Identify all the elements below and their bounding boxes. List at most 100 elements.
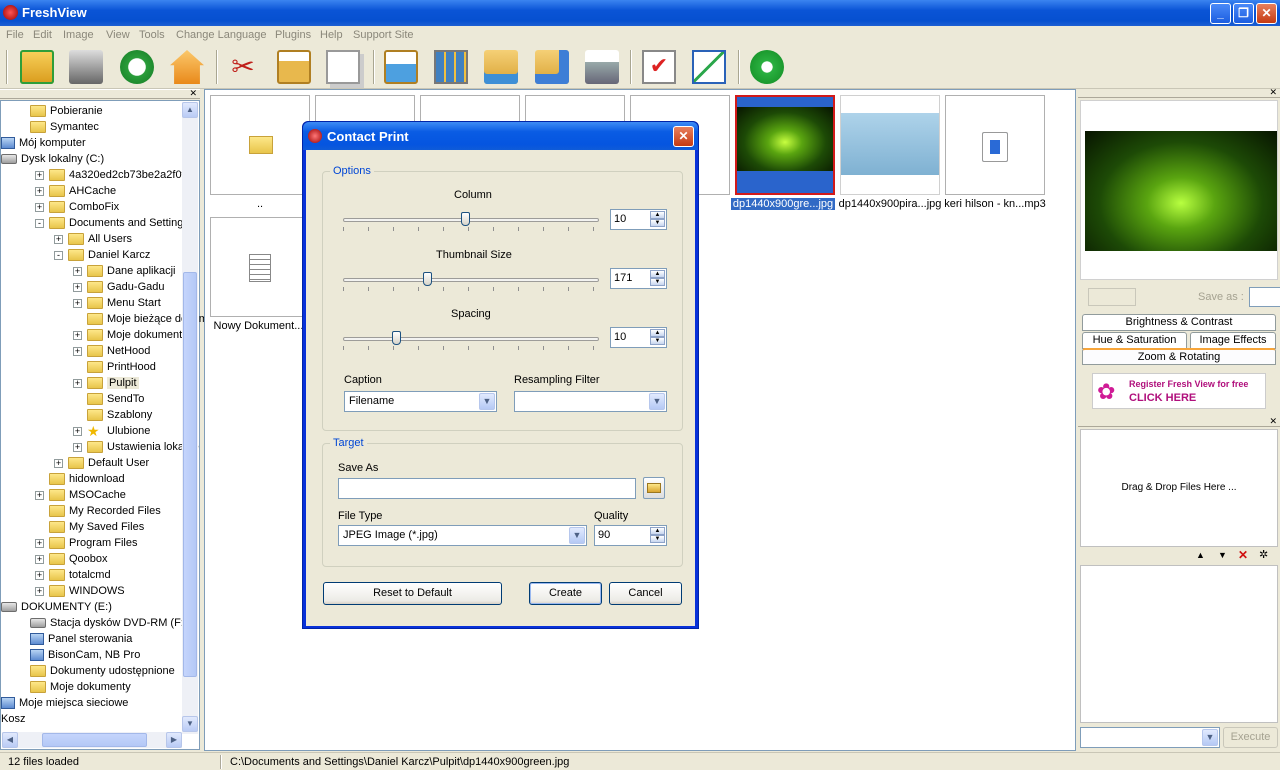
column-spinner[interactable]: 10 ▲ ▼ [610,209,667,230]
reset-to-default-button[interactable]: Reset to Default [323,582,502,605]
check-icon[interactable]: ✔ [642,50,676,84]
tree-vertical-scrollbar[interactable]: ▲ ▼ [182,102,198,734]
tree-close-icon[interactable]: ✕ [189,88,197,99]
expand-icon[interactable]: + [35,586,44,596]
home-icon[interactable] [170,50,204,84]
slideshow-icon[interactable] [484,50,518,84]
thumbnail-green[interactable] [735,95,835,195]
tree-item[interactable]: BisonCam, NB Pro [30,647,140,663]
expand-icon[interactable]: + [35,202,44,212]
expand-icon[interactable]: + [73,282,82,292]
spin-down-icon[interactable]: ▼ [650,337,665,345]
chevron-down-icon[interactable]: ▼ [649,393,665,410]
tree-item[interactable]: DOKUMENTY (E:) [1,599,112,615]
spin-up-icon[interactable]: ▲ [650,329,665,337]
spin-down-icon[interactable]: ▼ [650,278,665,286]
expand-icon[interactable]: + [73,378,82,388]
close-button[interactable]: ✕ [1256,3,1277,24]
tree-item[interactable]: Stacja dysków DVD-RM (F:) [30,615,188,631]
save-as-field[interactable] [1249,287,1280,307]
thumbnail-media[interactable] [945,95,1045,195]
expand-icon[interactable]: + [73,266,82,276]
tree-item[interactable]: + Moje dokumenty [73,327,188,343]
thumbnail-caption[interactable]: keri hilson - kn...mp3 [939,198,1051,210]
tree-item[interactable]: hidownload [49,471,125,487]
expand-icon[interactable]: + [35,170,44,180]
paste-icon[interactable] [277,50,311,84]
expand-icon[interactable]: + [54,458,63,468]
tree-item[interactable]: + Dane aplikacji [73,263,175,279]
scroll-left-icon[interactable]: ◀ [2,732,18,748]
thumbnail-folder[interactable] [210,95,310,195]
expand-icon[interactable]: + [73,298,82,308]
expand-icon[interactable]: + [35,538,44,548]
menu-help[interactable]: Help [320,29,343,41]
move-up-icon[interactable]: ▲ [1196,550,1205,560]
resampling-filter-select[interactable]: ▼ [514,391,667,412]
menu-image[interactable]: Image [63,29,94,41]
file-type-select[interactable]: JPEG Image (*.jpg) ▼ [338,525,587,546]
menu-support-site[interactable]: Support Site [353,29,414,41]
create-button[interactable]: Create [529,582,602,605]
refresh-icon[interactable] [120,50,154,84]
zoom-field[interactable] [1088,288,1136,306]
expand-icon[interactable]: + [73,330,82,340]
tree-item[interactable]: My Recorded Files [49,503,161,519]
computer-icon[interactable] [69,50,103,84]
tree-item[interactable]: Moje dokumenty [30,679,131,695]
tree-item[interactable]: + Pulpit [73,375,139,391]
tree-item[interactable]: + AHCache [35,183,116,199]
quality-spinner[interactable]: 90 ▲ ▼ [594,525,667,546]
thumbnail-caption[interactable]: dp1440x900pira...jpg [834,198,946,210]
scroll-right-icon[interactable]: ▶ [166,732,182,748]
tree-item[interactable]: Pobieranie [30,103,103,119]
contact-sheet-icon[interactable] [434,50,468,84]
cancel-button[interactable]: Cancel [609,582,682,605]
tree-item[interactable]: + ComboFix [35,199,119,215]
tree-item[interactable]: + Default User [54,455,149,471]
thumbnail-size-spinner[interactable]: 171 ▲ ▼ [610,268,667,289]
chevron-down-icon[interactable]: ▼ [1202,729,1218,746]
thumbnail-size-slider[interactable] [343,272,599,292]
tree-item[interactable]: + Menu Start [73,295,161,311]
tree-item[interactable]: + WINDOWS [35,583,125,599]
tree-item[interactable]: + Program Files [35,535,137,551]
save-as-input[interactable] [338,478,636,499]
browse-folder-button[interactable] [643,477,665,499]
tree-item[interactable]: + ★ Ulubione [73,423,150,439]
tree-item[interactable]: Kosz [1,711,25,727]
execute-button[interactable]: Execute [1223,727,1278,748]
dialog-close-button[interactable]: ✕ [673,126,694,147]
tree-item[interactable]: + MSOCache [35,487,126,503]
spacing-slider-handle[interactable] [392,331,401,345]
register-banner[interactable]: ✿ Register Fresh View for free CLICK HER… [1092,373,1266,409]
spacing-slider[interactable] [343,331,599,351]
expand-icon[interactable]: + [73,426,82,436]
spin-down-icon[interactable]: ▼ [650,535,665,543]
drop-zone[interactable]: Drag & Drop Files Here ... [1080,429,1278,547]
print-icon[interactable] [585,50,619,84]
tree-item[interactable]: + Qoobox [35,551,108,567]
thumbnail-caption[interactable]: .. [204,198,316,210]
thumbnail-pirate[interactable] [840,95,940,195]
export-icon[interactable] [535,50,569,84]
hscroll-thumb[interactable] [42,733,147,747]
preview-close-icon[interactable]: ✕ [1269,87,1277,98]
expand-icon[interactable]: + [54,234,63,244]
file-list[interactable] [1080,565,1278,723]
copy-icon[interactable] [326,50,360,84]
expand-icon[interactable]: + [35,570,44,580]
dropzone-close-icon[interactable]: ✕ [1269,416,1277,427]
tree-item[interactable]: + Gadu-Gadu [73,279,164,295]
tree-item[interactable]: Mój komputer [1,135,86,151]
thumbnail-caption[interactable]: Nowy Dokument...t [204,320,316,332]
tree-item[interactable]: Dysk lokalny (C:) [1,151,104,167]
open-folder-icon[interactable] [20,50,54,84]
expand-icon[interactable]: + [73,346,82,356]
column-slider-handle[interactable] [461,212,470,226]
expand-icon[interactable]: + [35,490,44,500]
clear-icon[interactable]: ✲ [1259,548,1268,561]
tree-item[interactable]: + totalcmd [35,567,111,583]
spin-up-icon[interactable]: ▲ [650,270,665,278]
menu-tools[interactable]: Tools [139,29,165,41]
